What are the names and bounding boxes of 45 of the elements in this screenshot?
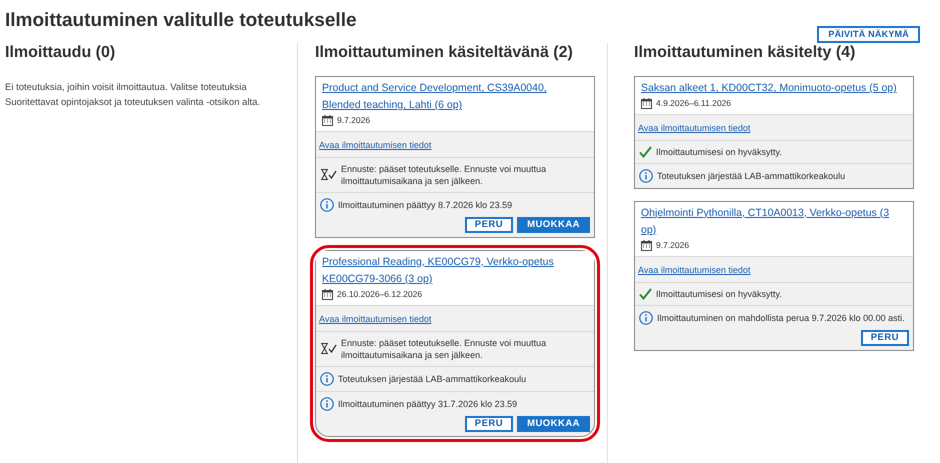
details-link[interactable]: Avaa ilmoittautumisen tiedot	[638, 264, 750, 274]
status-text: Ennuste: pääset toteutukselle. Ennuste voi muuttua ilmoittautumisaikana ja sen jälkeen.	[341, 162, 548, 187]
status-text: Ilmoittautumisesi on hyväksytty.	[656, 288, 782, 300]
cancel-button[interactable]: PERU	[464, 416, 514, 432]
cancel-button[interactable]: PERU	[464, 216, 514, 233]
column-heading: Ilmoittaudu (0)	[5, 43, 116, 63]
details-link[interactable]: Avaa ilmoittautumisen tiedot	[319, 314, 432, 324]
date-text: 4.9.2026–6.11.2026	[656, 97, 731, 110]
refresh-button[interactable]: PÄIVITÄ NÄKYMÄ	[817, 26, 920, 43]
check-icon	[639, 146, 652, 158]
course-link[interactable]: Saksan alkeet 1, KD00CT32, Monimuoto-opetus (5 op)	[641, 80, 907, 97]
hourglass-check-icon	[320, 169, 337, 180]
calendar-icon	[322, 288, 333, 300]
hourglass-check-icon	[320, 343, 337, 354]
info-icon	[639, 310, 653, 324]
status-text: Toteutuksen järjestää LAB-ammattikorkeakoulu	[338, 372, 526, 384]
status-text: Ilmoittautuminen päättyy 31.7.2026 klo 23.59	[338, 398, 518, 410]
details-link[interactable]: Avaa ilmoittautumisen tiedot	[319, 140, 432, 150]
info-icon	[320, 396, 334, 410]
date-text: 26.10.2026–6.12.2026	[337, 288, 422, 300]
status-text: Ilmoittautuminen päättyy 8.7.2026 klo 23.59	[338, 198, 512, 211]
cancel-button[interactable]: PERU	[860, 330, 909, 346]
status-text: Ilmoittautuminen on mahdollista perua 9.7.2026 klo 00.00 asti.	[657, 312, 905, 324]
column-heading: Ilmoittautuminen käsitelty (4)	[634, 43, 856, 63]
calendar-icon	[322, 114, 333, 126]
status-text: Ennuste: pääset toteutukselle. Ennuste voi muuttua ilmoittautumisaikana ja sen jälkeen.	[341, 336, 548, 360]
course-link[interactable]: Ohjelmointi Pythonilla, CT10A0013, Verkko-opetus (3 op)	[641, 204, 907, 239]
date-text: 9.7.2026	[337, 114, 370, 127]
empty-message: Ei toteutuksia, joihin voisit ilmoittautua. Valitse toteutuksia Suoritettavat opintojaksot ja toteutuksen valinta -otsikon alta.	[5, 81, 262, 110]
calendar-icon	[641, 240, 652, 251]
edit-button[interactable]: MUOKKAA	[517, 216, 590, 233]
calendar-icon	[641, 98, 652, 109]
info-icon	[320, 372, 334, 386]
check-icon	[639, 288, 652, 300]
info-icon	[639, 168, 653, 183]
details-link[interactable]: Avaa ilmoittautumisen tiedot	[638, 122, 750, 133]
info-icon	[320, 198, 334, 212]
status-text: Toteutuksen järjestää LAB-ammattikorkeakoulu	[657, 170, 846, 182]
column-heading: Ilmoittautuminen käsiteltävänä (2)	[315, 43, 574, 63]
course-link[interactable]: Product and Service Development, CS39A0040, Blended teaching, Lahti (6 op)	[322, 80, 588, 114]
page-title: Ilmoittautuminen valitulle toteutukselle	[5, 9, 357, 33]
status-text: Ilmoittautumisesi on hyväksytty.	[656, 146, 782, 158]
edit-button[interactable]: MUOKKAA	[517, 416, 590, 432]
course-link[interactable]: Professional Reading, KE00CG79, Verkko-opetus KE00CG79-3066 (3 op)	[322, 254, 588, 288]
date-text: 9.7.2026	[656, 238, 690, 252]
